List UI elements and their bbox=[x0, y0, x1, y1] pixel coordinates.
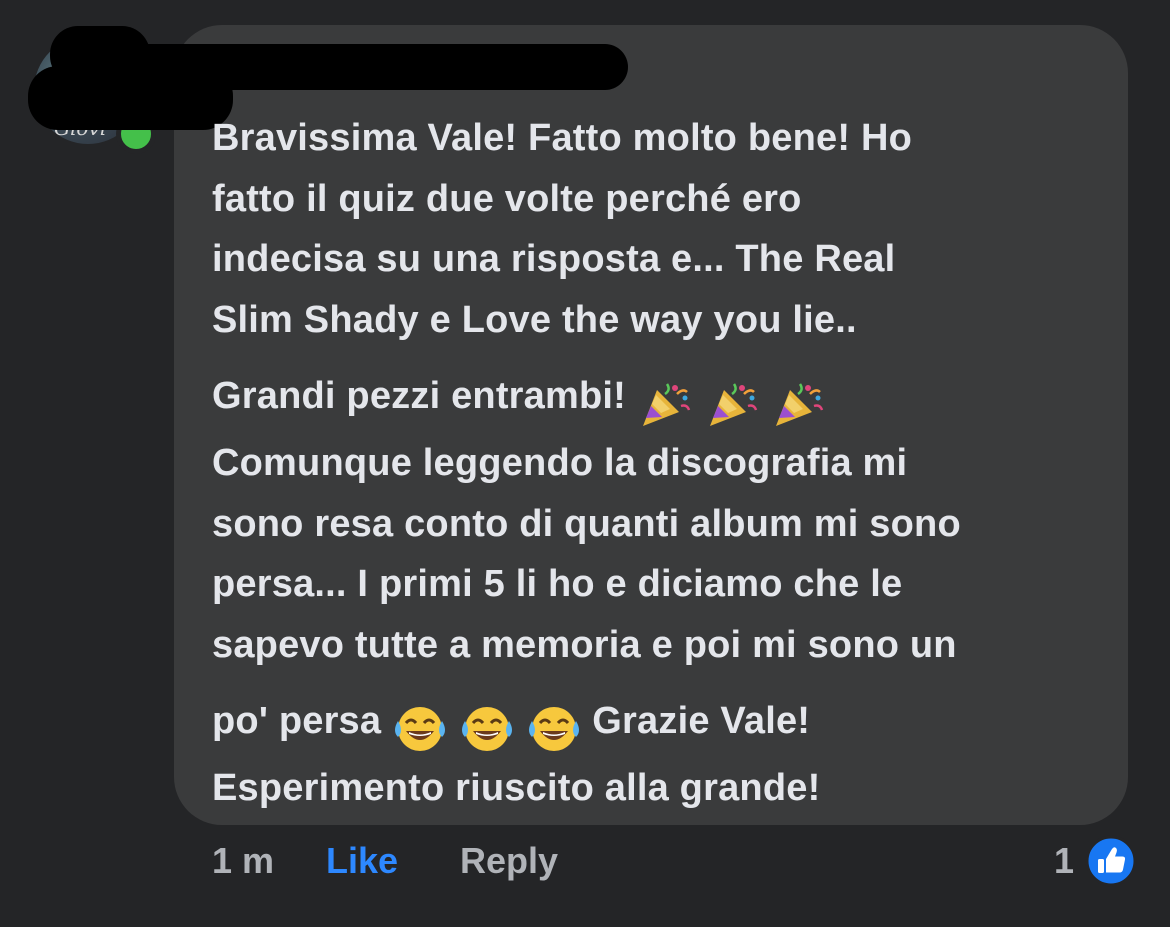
comment-line: sono resa conto di quanti album mi sono bbox=[212, 502, 961, 545]
party-popper-icon bbox=[637, 376, 693, 432]
comment-line-with-emoji: Grandi pezzi entrambi! bbox=[212, 366, 1112, 433]
comment-paragraph-1: Bravissima Vale! Fatto molto bene! Ho fa… bbox=[212, 108, 1112, 350]
tears-of-joy-icon bbox=[526, 701, 582, 757]
tears-of-joy-icon bbox=[459, 701, 515, 757]
like-button[interactable]: Like bbox=[326, 840, 398, 882]
comment-line: Grazie Vale! bbox=[592, 700, 811, 743]
comment-line: persa... I primi 5 li ho e diciamo che l… bbox=[212, 563, 903, 606]
redaction-mark bbox=[60, 44, 628, 90]
comment-line: Bravissima Vale! Fatto molto bene! Ho bbox=[212, 117, 913, 159]
comment-line: Comunque leggendo la discografia mi bbox=[212, 441, 908, 484]
reaction-count[interactable]: 1 bbox=[1054, 840, 1074, 882]
laugh-emoji-group bbox=[392, 697, 582, 758]
party-popper-icon bbox=[770, 376, 826, 432]
party-popper-icon bbox=[704, 376, 760, 432]
comment-line: Esperimento riuscito alla grande! bbox=[212, 766, 821, 809]
comment-line: indecisa su una risposta e... The Real bbox=[212, 238, 896, 281]
comment-line: po' persa bbox=[212, 700, 382, 743]
reply-button[interactable]: Reply bbox=[460, 840, 558, 882]
comment-line: fatto il quiz due volte perché ero bbox=[212, 177, 802, 220]
comment-timestamp[interactable]: 1 m bbox=[212, 840, 274, 882]
comment-line-with-emoji: po' persa Grazie Vale! bbox=[212, 691, 1112, 758]
comment-text: Bravissima Vale! Fatto molto bene! Ho fa… bbox=[212, 108, 1112, 819]
comment-line: Grandi pezzi entrambi! bbox=[212, 375, 627, 418]
party-emoji-group bbox=[637, 372, 827, 433]
thumbs-up-icon[interactable] bbox=[1085, 835, 1137, 887]
comment-paragraph-2: Grandi pezzi entrambi! Comunque leggendo… bbox=[212, 366, 1112, 675]
tears-of-joy-icon bbox=[392, 701, 448, 757]
comment-line: sapevo tutte a memoria e poi mi sono un bbox=[212, 623, 957, 666]
comment-line: Slim Shady e Love the way you lie.. bbox=[212, 298, 857, 341]
comment-paragraph-3: po' persa Grazie Vale! Esperimento riusc… bbox=[212, 691, 1112, 818]
